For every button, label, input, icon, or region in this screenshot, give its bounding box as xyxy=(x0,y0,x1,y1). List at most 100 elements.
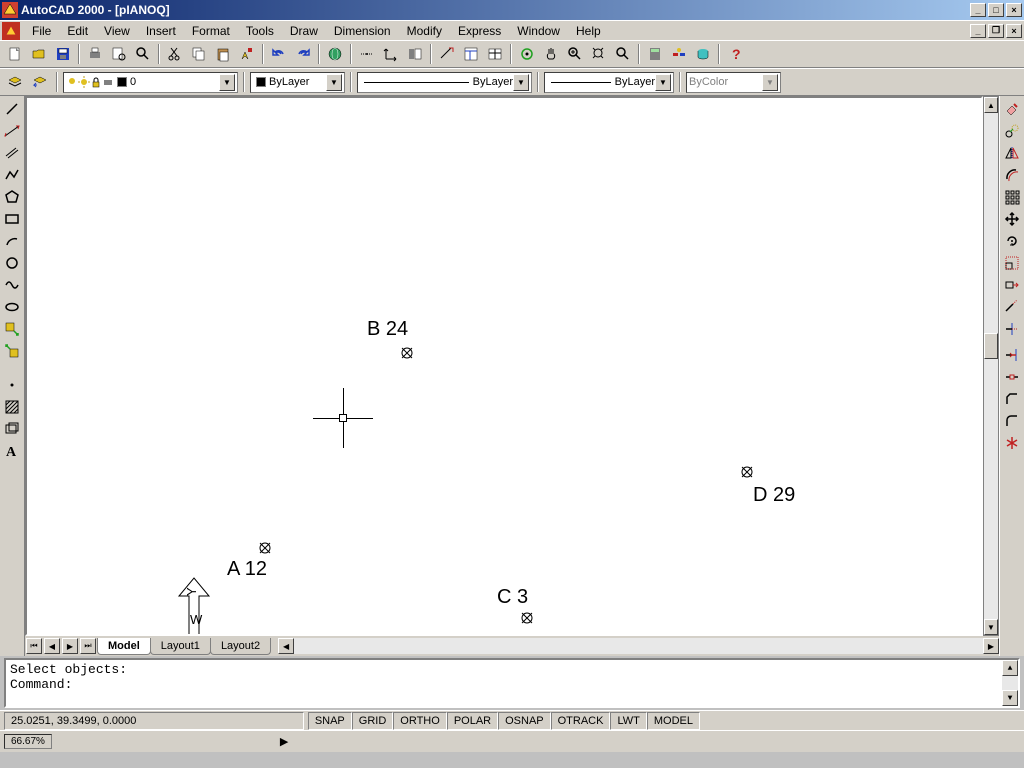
tab-first-button[interactable]: ⏮ xyxy=(26,638,42,654)
menu-express[interactable]: Express xyxy=(450,22,509,40)
rectangle-tool[interactable] xyxy=(1,208,23,230)
move-tool[interactable] xyxy=(1001,208,1023,230)
line-tool[interactable] xyxy=(1,98,23,120)
tab-prev-button[interactable]: ◀ xyxy=(44,638,60,654)
scroll-down-button[interactable]: ▼ xyxy=(984,619,998,635)
save-button[interactable] xyxy=(52,43,74,65)
print-preview-button[interactable] xyxy=(108,43,130,65)
paste-button[interactable] xyxy=(212,43,234,65)
lengthen-tool[interactable] xyxy=(1001,296,1023,318)
explode-tool[interactable] xyxy=(1001,432,1023,454)
linetype-dropdown[interactable]: ByLayer ▼ xyxy=(357,72,532,93)
chevron-down-icon[interactable]: ▼ xyxy=(326,74,342,91)
menu-dimension[interactable]: Dimension xyxy=(326,22,399,40)
osnap-toggle[interactable]: OSNAP xyxy=(498,712,551,730)
calc-button[interactable] xyxy=(644,43,666,65)
array-tool[interactable] xyxy=(1001,186,1023,208)
circle-tool[interactable] xyxy=(1,252,23,274)
scale-tool[interactable] xyxy=(1001,252,1023,274)
hscroll-track[interactable] xyxy=(294,638,983,654)
match-properties-button[interactable] xyxy=(236,43,258,65)
child-restore-button[interactable]: ❐ xyxy=(988,24,1004,38)
zoom-window-button[interactable] xyxy=(588,43,610,65)
layers-button[interactable] xyxy=(4,71,26,93)
properties-button[interactable] xyxy=(460,43,482,65)
dist-button[interactable] xyxy=(436,43,458,65)
insert-block-tool[interactable] xyxy=(1,318,23,340)
menu-view[interactable]: View xyxy=(96,22,138,40)
text-tool[interactable]: A xyxy=(1,440,23,462)
polyline-tool[interactable] xyxy=(1,164,23,186)
tracking-button[interactable] xyxy=(356,43,378,65)
redraw-button[interactable] xyxy=(516,43,538,65)
horizontal-scrollbar[interactable]: ◀ ▶ xyxy=(278,638,999,654)
lwt-toggle[interactable]: LWT xyxy=(610,712,646,730)
rotate-tool[interactable] xyxy=(1001,230,1023,252)
command-window[interactable]: Select objects: Command: ▲ ▼ xyxy=(4,658,1020,708)
toolbox-button[interactable] xyxy=(692,43,714,65)
menu-modify[interactable]: Modify xyxy=(399,22,450,40)
copy-button[interactable] xyxy=(188,43,210,65)
minimize-button[interactable]: _ xyxy=(970,3,986,17)
zoom-realtime-button[interactable] xyxy=(564,43,586,65)
fillet-tool[interactable] xyxy=(1001,410,1023,432)
stretch-tool[interactable] xyxy=(1001,274,1023,296)
new-button[interactable] xyxy=(4,43,26,65)
options-button[interactable] xyxy=(668,43,690,65)
polar-toggle[interactable]: POLAR xyxy=(447,712,498,730)
point-a-marker[interactable] xyxy=(258,541,272,555)
menu-edit[interactable]: Edit xyxy=(59,22,96,40)
vertical-scrollbar[interactable]: ▲ ▼ xyxy=(983,96,999,636)
tab-layout1[interactable]: Layout1 xyxy=(150,638,211,655)
undo-button[interactable] xyxy=(268,43,290,65)
polygon-tool[interactable] xyxy=(1,186,23,208)
tab-last-button[interactable]: ⏭ xyxy=(80,638,96,654)
region-tool[interactable] xyxy=(1,418,23,440)
menu-draw[interactable]: Draw xyxy=(282,22,326,40)
spline-tool[interactable] xyxy=(1,274,23,296)
menu-insert[interactable]: Insert xyxy=(138,22,184,40)
chevron-down-icon[interactable]: ▼ xyxy=(219,74,235,91)
mirror-tool[interactable] xyxy=(1001,142,1023,164)
scroll-up-button[interactable]: ▲ xyxy=(984,97,998,113)
child-window-icon[interactable] xyxy=(2,22,20,40)
print-button[interactable] xyxy=(84,43,106,65)
point-b-marker[interactable] xyxy=(400,346,414,360)
tab-layout2[interactable]: Layout2 xyxy=(210,638,271,655)
help-button[interactable]: ? xyxy=(724,43,746,65)
trim-tool[interactable] xyxy=(1001,318,1023,340)
zoom-previous-button[interactable] xyxy=(612,43,634,65)
menu-format[interactable]: Format xyxy=(184,22,238,40)
adc-button[interactable] xyxy=(404,43,426,65)
erase-tool[interactable] xyxy=(1001,98,1023,120)
point-tool[interactable] xyxy=(1,374,23,396)
scroll-left-button[interactable]: ◀ xyxy=(278,638,294,654)
break-tool[interactable] xyxy=(1001,366,1023,388)
layer-prev-button[interactable] xyxy=(29,71,51,93)
grid-toggle[interactable]: GRID xyxy=(352,712,394,730)
scroll-thumb[interactable] xyxy=(984,333,998,359)
copy-tool[interactable] xyxy=(1001,120,1023,142)
cmd-scroll-down[interactable]: ▼ xyxy=(1002,690,1018,706)
chamfer-tool[interactable] xyxy=(1001,388,1023,410)
tab-next-button[interactable]: ▶ xyxy=(62,638,78,654)
arc-tool[interactable] xyxy=(1,230,23,252)
menu-window[interactable]: Window xyxy=(509,22,568,40)
hatch-tool[interactable] xyxy=(1,396,23,418)
scroll-right-button[interactable]: ▶ xyxy=(983,638,999,654)
multiline-tool[interactable] xyxy=(1,142,23,164)
dbconnect-button[interactable] xyxy=(484,43,506,65)
snap-toggle[interactable]: SNAP xyxy=(308,712,352,730)
chevron-down-icon[interactable]: ▼ xyxy=(655,74,671,91)
layer-dropdown[interactable]: 0 ▼ xyxy=(63,72,238,93)
lineweight-dropdown[interactable]: ByLayer ▼ xyxy=(544,72,674,93)
color-dropdown[interactable]: ByLayer ▼ xyxy=(250,72,345,93)
open-button[interactable] xyxy=(28,43,50,65)
maximize-button[interactable]: □ xyxy=(988,3,1004,17)
model-toggle[interactable]: MODEL xyxy=(647,712,700,730)
point-d-marker[interactable] xyxy=(740,465,754,479)
otrack-toggle[interactable]: OTRACK xyxy=(551,712,611,730)
child-minimize-button[interactable]: _ xyxy=(970,24,986,38)
hyperlink-button[interactable] xyxy=(324,43,346,65)
offset-tool[interactable] xyxy=(1001,164,1023,186)
